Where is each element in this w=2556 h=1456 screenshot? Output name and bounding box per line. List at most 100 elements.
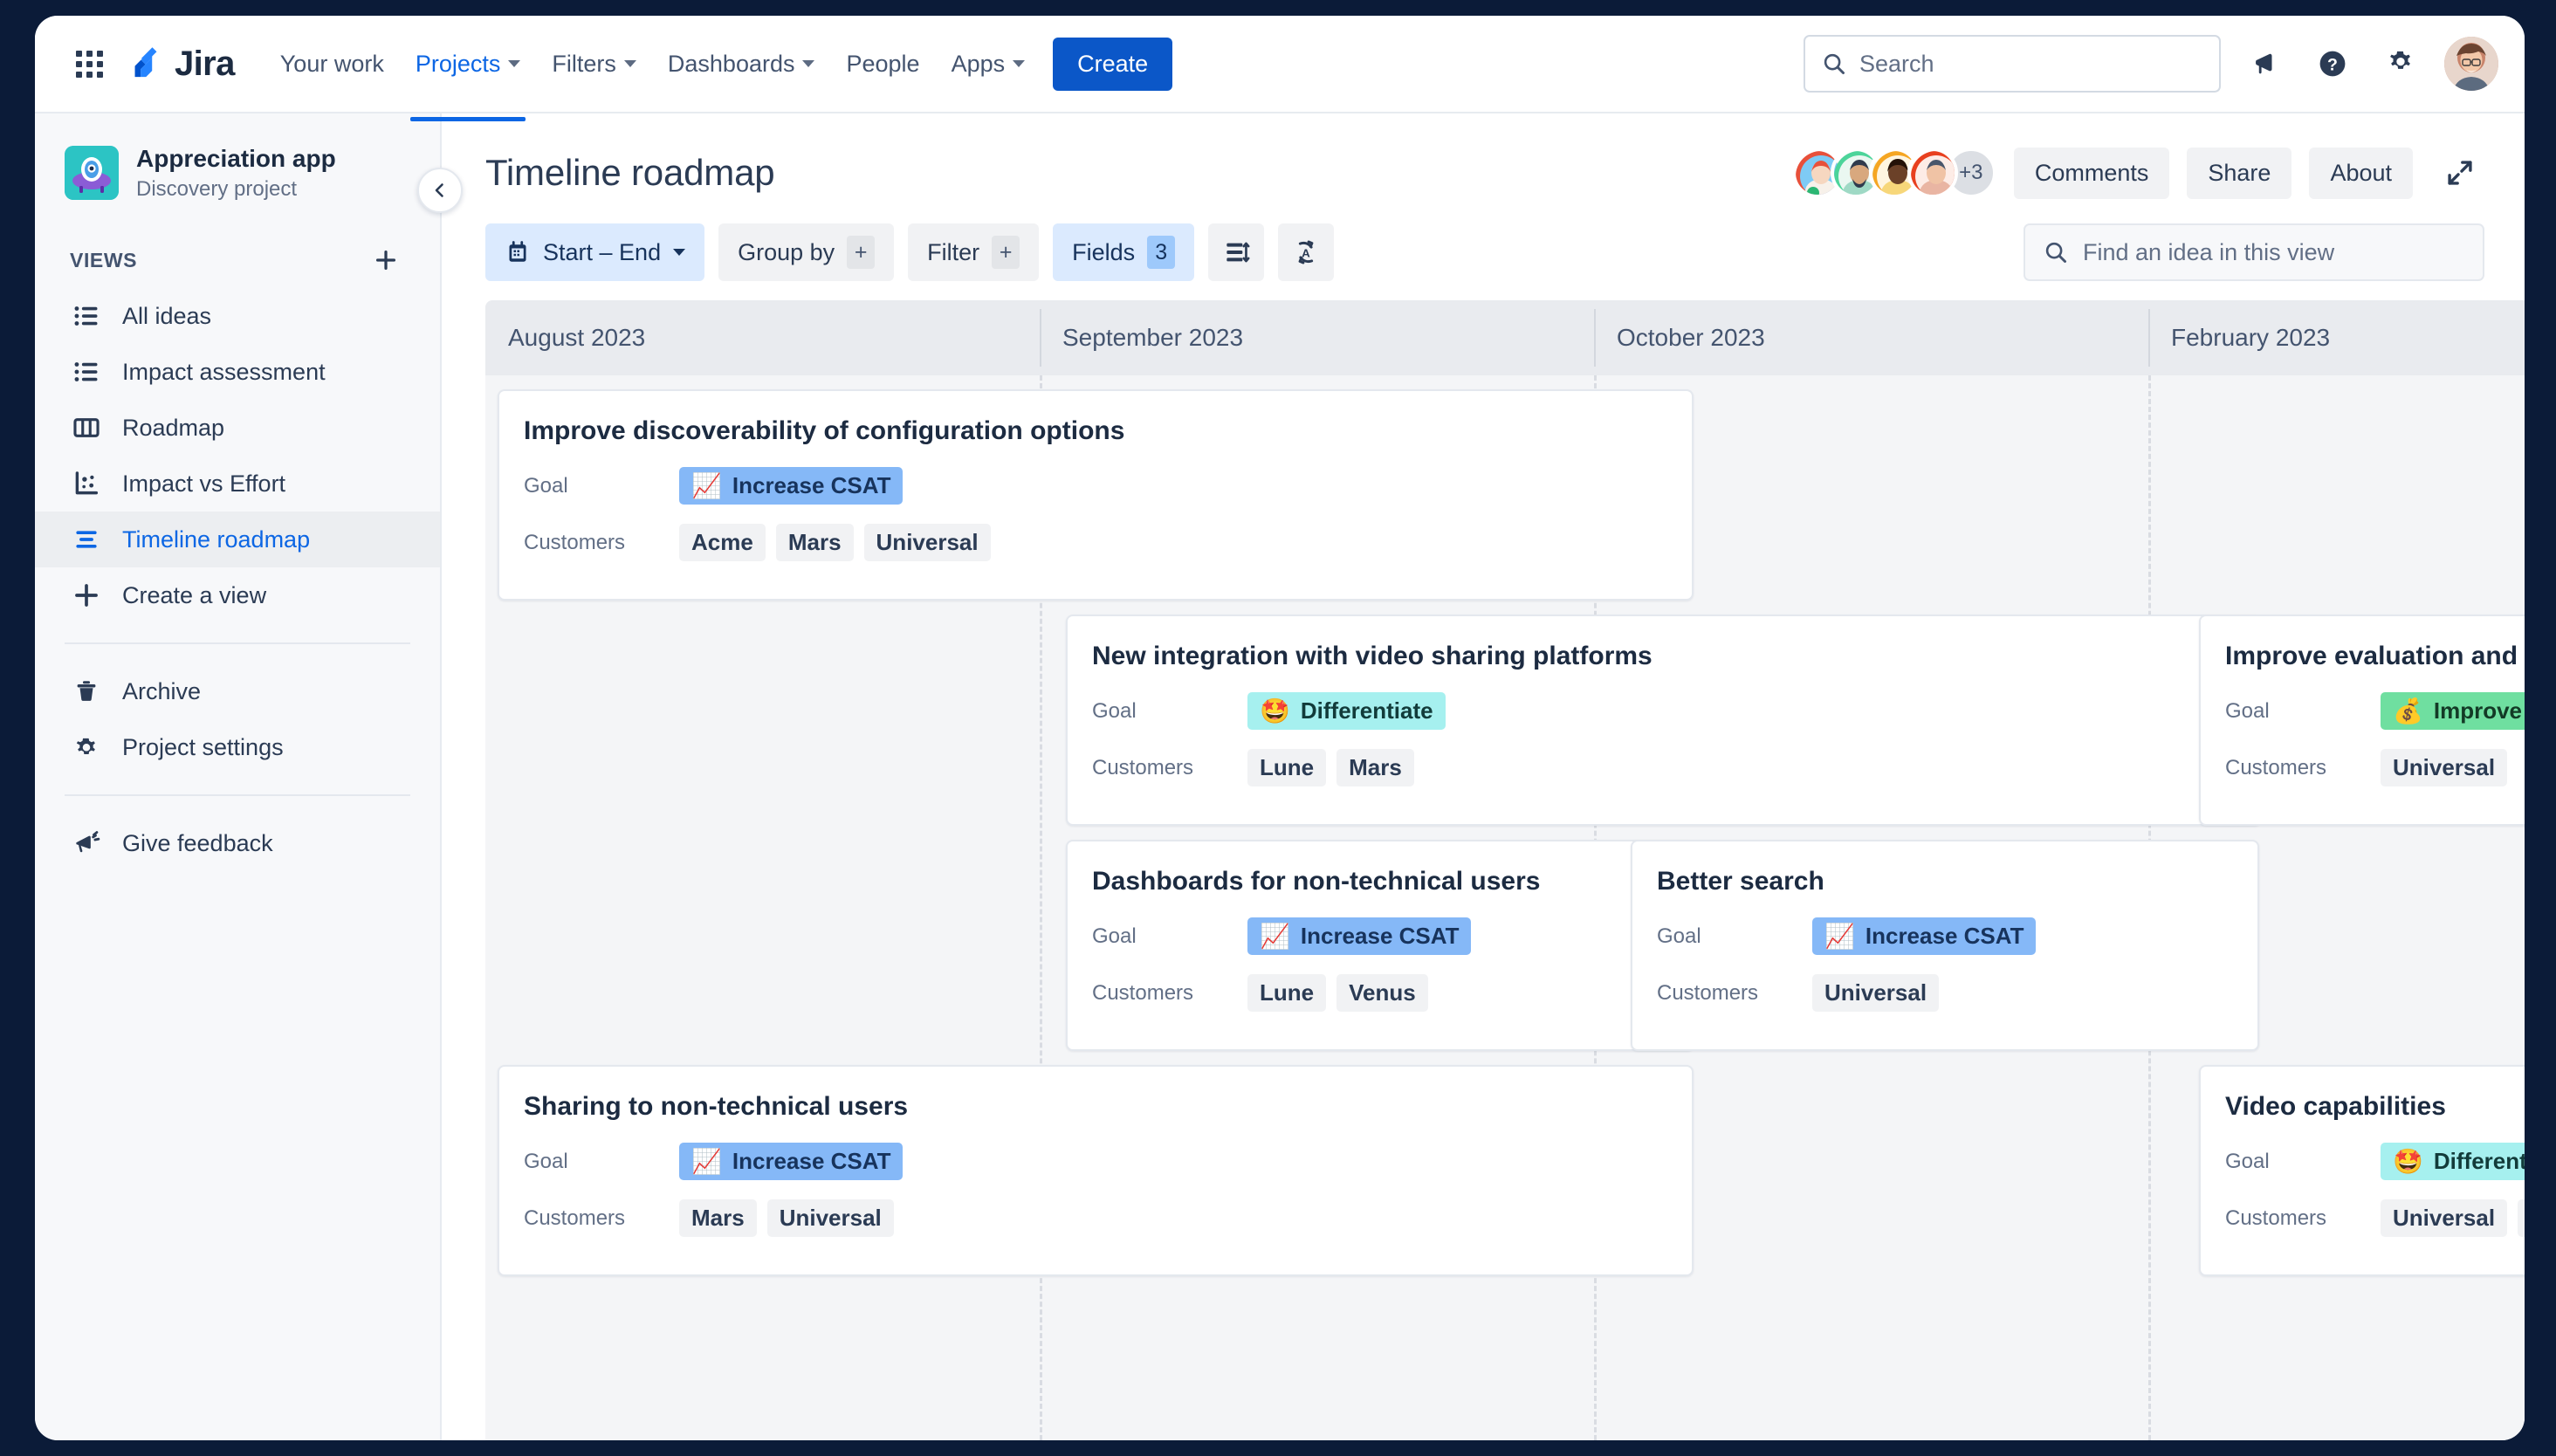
customer-tag[interactable]: Mars bbox=[775, 524, 854, 561]
timeline-card[interactable]: Better search Goal 📈 Increase CSAT Custo… bbox=[1631, 840, 2259, 1051]
goal-tag[interactable]: 📈 Increase CSAT bbox=[679, 467, 904, 505]
star-struck-emoji: 🤩 bbox=[2393, 1147, 2423, 1175]
view-header-actions: +3 Comments Share About bbox=[1791, 147, 2484, 199]
sidebar-item-all-ideas-label: All ideas bbox=[122, 302, 212, 329]
sidebar-item-timeline-roadmap[interactable]: Timeline roadmap bbox=[35, 512, 440, 568]
sidebar-item-create-a-view[interactable]: Create a view bbox=[35, 567, 440, 623]
sidebar-item-project-settings[interactable]: Project settings bbox=[35, 719, 440, 775]
settings-button[interactable] bbox=[2376, 39, 2425, 88]
goal-tag[interactable]: 📈 Increase CSAT bbox=[1247, 917, 1472, 955]
search-icon bbox=[2045, 242, 2066, 263]
chevron-down-icon bbox=[802, 60, 815, 67]
filter-button[interactable]: Filter + bbox=[908, 223, 1040, 281]
timeline-card[interactable]: Improve evaluation and co Goal 💰 Improve… bbox=[2199, 615, 2525, 826]
find-idea-input[interactable]: Find an idea in this view bbox=[2024, 223, 2484, 281]
card-customer-tags: Acme Mars Universal bbox=[679, 524, 991, 561]
megaphone-icon bbox=[70, 827, 103, 860]
timeline-month-august[interactable]: August 2023 bbox=[485, 300, 1040, 375]
group-by-button[interactable]: Group by + bbox=[718, 223, 895, 281]
date-field-button[interactable]: Start – End bbox=[485, 223, 705, 281]
jira-logo-icon bbox=[127, 45, 164, 82]
timeline-month-october[interactable]: October 2023 bbox=[1594, 300, 2148, 375]
nav-filters[interactable]: Filters bbox=[536, 38, 652, 90]
avatar[interactable] bbox=[2444, 37, 2498, 91]
fields-button[interactable]: Fields 3 bbox=[1053, 223, 1195, 281]
nav-apps[interactable]: Apps bbox=[936, 38, 1041, 90]
timeline-card[interactable]: New integration with video sharing platf… bbox=[1066, 615, 2262, 826]
card-field-customers: Customers Universal Acm bbox=[2225, 1199, 2525, 1237]
goal-tag[interactable]: 📈 Increase CSAT bbox=[679, 1143, 904, 1180]
customer-tag[interactable]: Universal bbox=[2381, 749, 2508, 786]
card-field-goal: Goal 🤩 Differentiat bbox=[2225, 1143, 2525, 1180]
gear-icon bbox=[2390, 51, 2410, 69]
customer-tag[interactable]: Lune bbox=[1247, 749, 1327, 786]
nav-dashboards[interactable]: Dashboards bbox=[652, 38, 831, 90]
customer-tag[interactable]: Mars bbox=[1336, 749, 1414, 786]
chevron-down-icon bbox=[623, 60, 636, 67]
card-field-label-customers: Customers bbox=[1092, 980, 1194, 1005]
nav-people[interactable]: People bbox=[830, 38, 935, 90]
sidebar-item-impact-vs-effort[interactable]: Impact vs Effort bbox=[35, 456, 440, 512]
global-search-input[interactable]: Search bbox=[1804, 35, 2221, 93]
timeline-month-september[interactable]: September 2023 bbox=[1040, 300, 1594, 375]
goal-tag[interactable]: 📈 Increase CSAT bbox=[1812, 917, 2037, 955]
sidebar-item-impact-assessment[interactable]: Impact assessment bbox=[35, 344, 440, 400]
expand-view-button[interactable] bbox=[2436, 148, 2484, 197]
timeline-card[interactable]: Sharing to non-technical users Goal 📈 In… bbox=[498, 1065, 1694, 1276]
create-button[interactable]: Create bbox=[1053, 37, 1173, 91]
timeline-card[interactable]: Improve discoverability of configuration… bbox=[498, 389, 1694, 601]
nav-projects[interactable]: Projects bbox=[400, 38, 537, 121]
customer-tag[interactable]: Universal bbox=[2381, 1199, 2508, 1237]
svg-text:?: ? bbox=[2327, 56, 2338, 75]
card-field-customers: Customers Acme Mars Universal bbox=[524, 524, 1667, 561]
share-button[interactable]: Share bbox=[2187, 147, 2292, 199]
customer-tag[interactable]: Lune bbox=[1247, 974, 1327, 1012]
card-goal-tags: 📈 Increase CSAT bbox=[679, 467, 904, 505]
customer-tag[interactable]: Universal bbox=[863, 524, 991, 561]
card-field-goal: Goal 🤩 Differentiate bbox=[1092, 692, 2236, 730]
add-view-button[interactable] bbox=[367, 241, 405, 279]
about-button[interactable]: About bbox=[2309, 147, 2413, 199]
nav-projects-label: Projects bbox=[415, 50, 501, 77]
comments-button[interactable]: Comments bbox=[2013, 147, 2170, 199]
nav-your-work-label: Your work bbox=[279, 50, 384, 77]
customer-tag[interactable]: Universal bbox=[1812, 974, 1940, 1012]
card-goal-tags: 💰 Improve co bbox=[2381, 692, 2525, 730]
filter-add-chip: + bbox=[992, 236, 1020, 269]
goal-tag[interactable]: 🤩 Differentiat bbox=[2381, 1143, 2525, 1180]
app-switcher-button[interactable] bbox=[65, 39, 113, 88]
goal-tag[interactable]: 🤩 Differentiate bbox=[1247, 692, 1446, 730]
sidebar-item-give-feedback[interactable]: Give feedback bbox=[35, 815, 440, 871]
nav-your-work[interactable]: Your work bbox=[265, 38, 400, 90]
sidebar-item-all-ideas[interactable]: All ideas bbox=[35, 288, 440, 344]
jira-logo[interactable]: Jira bbox=[127, 45, 235, 84]
sidebar-item-roadmap[interactable]: Roadmap bbox=[35, 400, 440, 456]
timeline-card[interactable]: Dashboards for non-technical users Goal … bbox=[1066, 840, 1694, 1051]
nav-people-label: People bbox=[846, 50, 920, 77]
card-goal-tags: 🤩 Differentiat bbox=[2381, 1143, 2525, 1180]
collaborator-avatar-4[interactable] bbox=[1907, 148, 1958, 198]
calendar-icon bbox=[509, 241, 526, 262]
customer-tag[interactable]: Mars bbox=[679, 1199, 757, 1237]
project-header[interactable]: Appreciation app Discovery project bbox=[35, 138, 440, 203]
sort-button[interactable]: A bbox=[1278, 223, 1335, 281]
group-by-label: Group by bbox=[738, 238, 835, 265]
card-field-customers: Customers Universal bbox=[1657, 974, 2233, 1012]
megaphone-icon bbox=[2256, 53, 2272, 74]
timeline-card[interactable]: Video capabilities Goal 🤩 Differentiat bbox=[2199, 1065, 2525, 1276]
sidebar-item-archive[interactable]: Archive bbox=[35, 663, 440, 719]
help-button[interactable]: ? bbox=[2308, 39, 2357, 88]
page-title: Timeline roadmap bbox=[485, 152, 775, 193]
collapse-sidebar-button[interactable] bbox=[417, 168, 463, 213]
trash-icon bbox=[70, 675, 103, 708]
customer-tag[interactable]: Universal bbox=[766, 1199, 894, 1237]
goal-tag[interactable]: 💰 Improve co bbox=[2381, 692, 2525, 730]
project-sidebar: Appreciation app Discovery project VIEWS bbox=[35, 113, 463, 1440]
customer-tag[interactable]: Acm bbox=[2518, 1199, 2525, 1237]
row-height-button[interactable] bbox=[1208, 223, 1265, 281]
notifications-button[interactable] bbox=[2240, 39, 2289, 88]
customer-tag[interactable]: Acme bbox=[679, 524, 766, 561]
card-field-label-goal: Goal bbox=[2225, 1149, 2270, 1173]
timeline-month-february[interactable]: February 2023 bbox=[2148, 300, 2525, 375]
customer-tag[interactable]: Venus bbox=[1336, 974, 1428, 1012]
